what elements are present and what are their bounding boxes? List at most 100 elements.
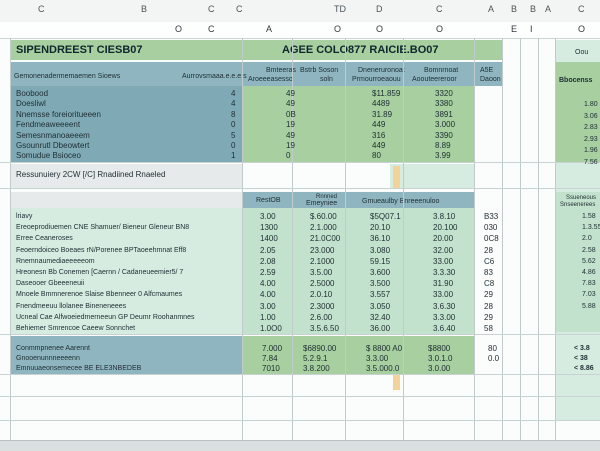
header-left[interactable]: Gemonenadermemaemen Sioews xyxy=(14,72,120,82)
sheet-tabs-bar[interactable] xyxy=(0,440,600,451)
cell-value[interactable]: 36.10 xyxy=(370,234,390,244)
right-panel-value[interactable]: 2.93 xyxy=(584,135,598,145)
row-label[interactable]: Mnoele Bmmnerenoe Slaise Bbenneer 0 Alfc… xyxy=(16,290,182,300)
cell-value[interactable]: 3891 xyxy=(435,110,453,120)
row-label[interactable]: Rnemnaumediaeeeeeom xyxy=(16,257,95,267)
row-label[interactable]: Ucneal Cae Alfwoeiedmerneeun GP Deumr Ro… xyxy=(16,313,194,323)
cell-value[interactable]: $11.859 xyxy=(372,89,400,99)
right-panel-value[interactable]: 2.83 xyxy=(584,123,598,133)
cell-value[interactable]: B33 xyxy=(484,212,498,222)
cell[interactable]: O xyxy=(436,24,443,34)
section2-c3[interactable]: Gmueaulby Bnreeenuloo xyxy=(362,197,439,207)
cell-value[interactable]: 4.00 xyxy=(260,290,276,300)
cell-value[interactable]: 58 xyxy=(484,324,493,334)
cell-value[interactable]: 7.000 xyxy=(262,344,282,354)
row-label[interactable]: lriavy xyxy=(16,212,32,222)
right-panel-value[interactable]: 7.83 xyxy=(582,279,596,289)
cell-value[interactable]: 3.3.00 xyxy=(433,313,455,323)
row-label[interactable]: Gnooenunnneeeenn xyxy=(16,354,80,364)
spreadsheet-grid[interactable]: C B C C TD D C A B B A C O C A O O O E I… xyxy=(0,0,600,440)
row-label[interactable]: Daseooer Gbeeeneuii xyxy=(16,279,84,289)
cell-value[interactable]: 3.5.00 xyxy=(310,268,332,278)
cell-value[interactable]: 2.05 xyxy=(260,246,276,256)
right-panel-value[interactable]: 7.03 xyxy=(582,290,596,300)
cell-value[interactable]: 3.6.30 xyxy=(433,302,455,312)
header-col2-bot[interactable]: soln xyxy=(320,75,333,85)
cell-value[interactable]: 1300 xyxy=(260,223,278,233)
col-header[interactable]: A xyxy=(488,4,494,14)
cell-value[interactable]: $6890.00 xyxy=(303,344,336,354)
cell[interactable]: O xyxy=(175,24,182,34)
cell-value[interactable]: 3.5.6.50 xyxy=(310,324,339,334)
cell-value[interactable]: 2.1000 xyxy=(310,257,334,267)
col-header[interactable]: C xyxy=(578,4,585,14)
note-row[interactable]: Ressunuiery 2CW [/C] Rnadiined Rnaeled xyxy=(16,170,165,180)
row-label[interactable]: Boobood xyxy=(16,89,48,99)
header-col4-bot[interactable]: Aoouteereroor xyxy=(412,75,457,85)
cell-value[interactable]: 49 xyxy=(286,99,295,109)
right-panel-value[interactable]: 2.0 xyxy=(582,234,592,244)
right-panel-value[interactable]: < 8.86 xyxy=(574,364,594,374)
cell-value[interactable]: $8800 xyxy=(428,344,450,354)
header-mid-left[interactable]: Aurrovsmaaa.e.e.e.s xyxy=(182,72,247,82)
col-header[interactable]: D xyxy=(376,4,383,14)
cell[interactable]: O xyxy=(334,24,341,34)
col-header[interactable]: C xyxy=(208,4,215,14)
cell-value[interactable]: $5Q07.1 xyxy=(370,212,401,222)
row-label[interactable]: Doesliwl xyxy=(16,99,46,109)
cell-value[interactable]: 19 xyxy=(286,141,295,151)
col-header[interactable]: TD xyxy=(334,4,346,14)
cell-value[interactable]: 23.000 xyxy=(310,246,334,256)
cell-value[interactable]: 33.00 xyxy=(433,257,453,267)
cell-value[interactable]: 31.89 xyxy=(372,110,392,120)
cell-value[interactable]: 2.08 xyxy=(260,257,276,267)
cell-value[interactable]: 3.3.00 xyxy=(366,354,388,364)
right-panel-value[interactable]: 1.3.55 xyxy=(582,223,600,233)
header-col5-bot[interactable]: Daoon xyxy=(480,75,501,85)
row-label[interactable]: Gsounrutl Dbeowtert xyxy=(16,141,89,151)
cell-value[interactable]: 3.3.30 xyxy=(433,268,455,278)
cell-value[interactable]: 3380 xyxy=(435,99,453,109)
cell-value[interactable]: 3.8.200 xyxy=(303,364,330,374)
row-label[interactable]: Conmmpnenee Aarennt xyxy=(16,344,90,354)
cell-value[interactable]: 21.0C00 xyxy=(310,234,340,244)
row-label[interactable]: Hreonesn Bb Conemen [Caernn / Cadaneueem… xyxy=(16,268,183,278)
cell-value[interactable]: 49 xyxy=(286,89,295,99)
col-header[interactable]: B xyxy=(530,4,536,14)
col-header[interactable]: C xyxy=(38,4,45,14)
cell-value[interactable]: 3.6.40 xyxy=(433,324,455,334)
cell-value[interactable]: 29 xyxy=(484,290,493,300)
cell-value[interactable]: 3320 xyxy=(435,89,453,99)
cell[interactable]: I xyxy=(530,24,533,34)
header-col3-bot[interactable]: Prmourroeaouu xyxy=(352,75,401,85)
cell-value[interactable]: 7010 xyxy=(262,364,280,374)
row-flag[interactable]: 4 xyxy=(231,89,235,99)
cell-value[interactable]: 3.500 xyxy=(370,279,390,289)
right-panel-value[interactable]: 1.58 xyxy=(582,212,596,222)
cell-value[interactable]: 316 xyxy=(372,131,385,141)
cell-value[interactable]: 4489 xyxy=(372,99,390,109)
col-header[interactable]: C xyxy=(436,4,443,14)
cell-value[interactable]: 80 xyxy=(488,344,497,354)
sheet-title-left[interactable]: SIPENDREEST CIESB07 xyxy=(16,45,143,56)
cell-value[interactable]: 20.100 xyxy=(433,223,457,233)
row-flag[interactable]: 5 xyxy=(231,131,235,141)
right-panel-value[interactable]: 4.86 xyxy=(582,268,596,278)
row-label[interactable]: Emnuuaeonsemecee BE ELE3NBEDEB xyxy=(16,364,141,374)
cell-value[interactable]: 83 xyxy=(484,268,493,278)
cell[interactable]: C xyxy=(208,24,215,34)
cell-value[interactable]: 4.00 xyxy=(260,279,276,289)
cell-value[interactable]: 3.00 xyxy=(260,302,276,312)
row-flag[interactable]: 4 xyxy=(231,99,235,109)
row-label[interactable]: Erree Ceaneroses xyxy=(16,234,73,244)
cell-value[interactable]: 1.00 xyxy=(260,313,276,323)
col-header[interactable]: C xyxy=(236,4,243,14)
cell-value[interactable]: $.60.00 xyxy=(310,212,337,222)
row-flag[interactable]: 8 xyxy=(231,110,235,120)
section2-c1[interactable]: RestOB xyxy=(256,196,281,206)
cell-value[interactable]: 0.0 xyxy=(488,354,499,364)
cell-value[interactable]: 28 xyxy=(484,302,493,312)
right-panel-value[interactable]: 5.62 xyxy=(582,257,596,267)
cell-value[interactable]: 3.600 xyxy=(370,268,390,278)
cell-value[interactable]: 28 xyxy=(484,246,493,256)
